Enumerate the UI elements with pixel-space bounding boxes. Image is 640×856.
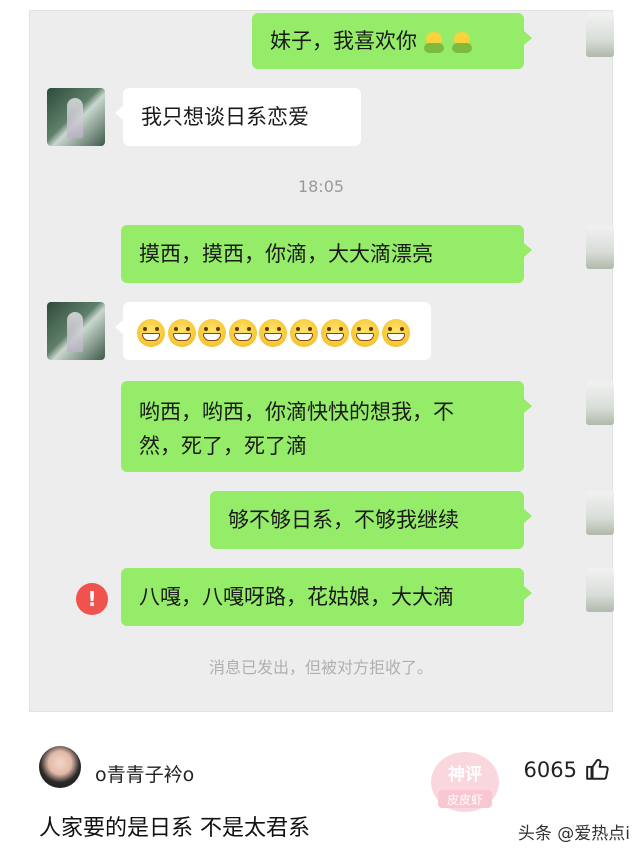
- grin-emoji-icon: [320, 319, 349, 347]
- message-text-line: 然，死了，死了滴: [139, 434, 307, 458]
- grin-emoji-icon: [289, 319, 318, 347]
- timestamp: 18:05: [297, 177, 345, 196]
- my-avatar[interactable]: [586, 225, 614, 269]
- message-text: 我只想谈日系恋爱: [141, 105, 309, 129]
- thumbs-up-icon[interactable]: [585, 756, 611, 782]
- message-text: 妹子，我喜欢你: [270, 29, 417, 53]
- contact-avatar[interactable]: [47, 88, 105, 146]
- message-bubble-received[interactable]: [115, 302, 431, 360]
- commenter-name[interactable]: o青青子衿o: [95, 760, 194, 787]
- my-avatar[interactable]: [586, 381, 614, 425]
- message-text-line: 哟西，哟西，你滴快快的想我，不: [139, 400, 454, 424]
- grin-emoji-icon: [351, 319, 380, 347]
- grin-emoji-icon: [167, 319, 196, 347]
- chick-emoji-icon: [423, 30, 445, 54]
- grin-emoji-icon: [381, 319, 410, 347]
- message-bubble-sent[interactable]: 妹子，我喜欢你: [252, 13, 532, 69]
- grin-emoji-icon: [198, 319, 227, 347]
- message-bubble-sent[interactable]: 摸西，摸西，你滴，大大滴漂亮: [121, 225, 532, 283]
- message-bubble-sent[interactable]: 哟西，哟西，你滴快快的想我，不 然，死了，死了滴: [121, 381, 532, 472]
- comment-text: 人家要的是日系 不是太君系: [39, 816, 310, 841]
- my-avatar[interactable]: [586, 568, 614, 612]
- chat-screenshot: 妹子，我喜欢你 我只想谈日系恋爱 18:05 摸西，摸西，你滴，大大滴漂亮 哟西…: [29, 10, 614, 712]
- message-text: 八嘎，八嘎呀路，花姑娘，大大滴: [139, 585, 454, 609]
- chick-emoji-icon: [451, 30, 473, 54]
- commenter-avatar[interactable]: [39, 746, 81, 788]
- my-avatar[interactable]: [586, 13, 614, 57]
- rejected-notice: 消息已发出，但被对方拒收了。: [208, 658, 433, 677]
- stamp-line2: 皮皮虾: [447, 793, 483, 807]
- grin-emoji-icon: [228, 319, 257, 347]
- grin-emoji-icon: [259, 319, 288, 347]
- message-text: 摸西，摸西，你滴，大大滴漂亮: [139, 242, 433, 266]
- hot-comment-stamp-icon: 神评 皮皮虾: [431, 752, 499, 812]
- source-watermark: 头条 @爱热点i: [517, 824, 630, 844]
- stamp-line1: 神评: [448, 764, 482, 785]
- message-bubble-sent[interactable]: 够不够日系，不够我继续: [210, 491, 532, 549]
- like-count: 6065: [523, 758, 577, 782]
- message-text: 够不够日系，不够我继续: [228, 508, 459, 532]
- send-failed-icon[interactable]: !: [76, 583, 108, 615]
- contact-avatar[interactable]: [47, 302, 105, 360]
- message-bubble-received[interactable]: 我只想谈日系恋爱: [115, 88, 361, 146]
- message-bubble-sent[interactable]: 八嘎，八嘎呀路，花姑娘，大大滴: [121, 568, 532, 626]
- grin-emoji-icon: [137, 319, 165, 347]
- my-avatar[interactable]: [586, 491, 614, 535]
